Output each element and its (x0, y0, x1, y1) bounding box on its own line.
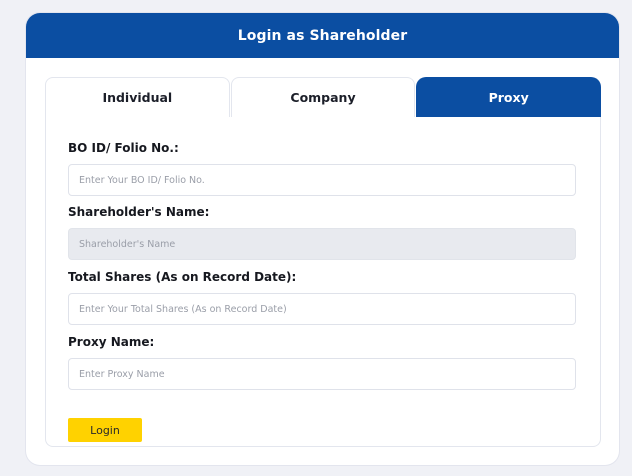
tab-proxy[interactable]: Proxy (416, 77, 602, 117)
proxy-name-label: Proxy Name: (68, 335, 155, 349)
tab-individual[interactable]: Individual (45, 77, 230, 117)
card-title: Login as Shareholder (237, 27, 408, 44)
bo-id-input[interactable] (68, 164, 576, 196)
total-shares-label: Total Shares (As on Record Date): (68, 270, 297, 284)
login-type-tabs: Individual Company Proxy (45, 77, 602, 117)
total-shares-input[interactable] (68, 293, 576, 325)
login-card: Login as Shareholder Individual Company … (26, 13, 619, 465)
proxy-login-form: BO ID/ Folio No.: Shareholder's Name: To… (45, 117, 601, 447)
tab-company[interactable]: Company (230, 77, 416, 117)
shareholder-name-input (68, 228, 576, 260)
shareholder-name-label: Shareholder's Name: (68, 205, 210, 219)
card-header: Login as Shareholder (26, 13, 619, 58)
login-button[interactable]: Login (68, 418, 142, 442)
proxy-name-input[interactable] (68, 358, 576, 390)
bo-id-label: BO ID/ Folio No.: (68, 141, 179, 155)
